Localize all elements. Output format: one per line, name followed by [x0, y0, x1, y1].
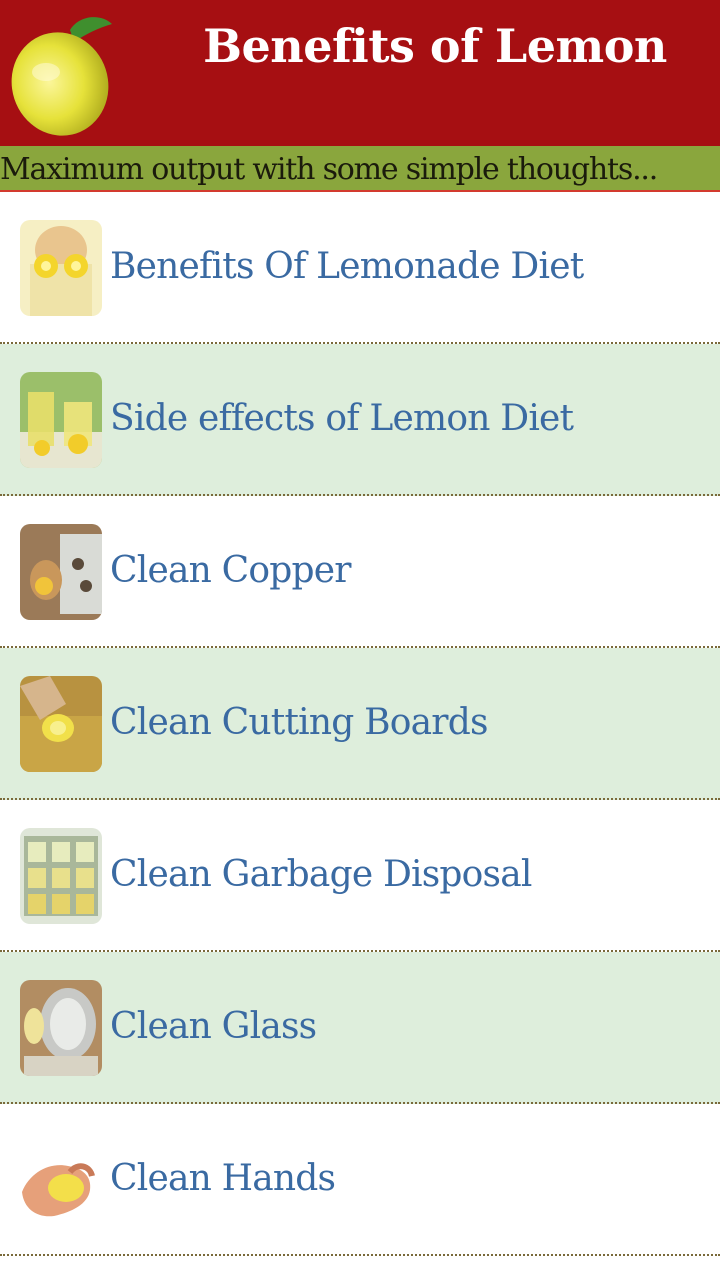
- hands-lemon-thumbnail-icon: [20, 1132, 102, 1228]
- lemonade-glasses-thumbnail-icon: [20, 372, 102, 468]
- list-item-label: Clean Copper: [110, 550, 351, 591]
- list-item[interactable]: Clean Hands: [0, 1104, 720, 1256]
- topic-list: Benefits Of Lemonade Diet Side effects o…: [0, 192, 720, 1256]
- cutting-board-thumbnail-icon: [20, 676, 102, 772]
- list-item-label: Side effects of Lemon Diet: [110, 398, 574, 439]
- app-header: Benefits of Lemon: [0, 0, 720, 146]
- list-item[interactable]: Side effects of Lemon Diet: [0, 344, 720, 496]
- list-item[interactable]: Benefits Of Lemonade Diet: [0, 192, 720, 344]
- list-item-label: Clean Hands: [110, 1158, 336, 1199]
- list-item[interactable]: Clean Garbage Disposal: [0, 800, 720, 952]
- tagline-bar: Maximum output with some simple thoughts…: [0, 146, 720, 192]
- glass-cleaning-thumbnail-icon: [20, 980, 102, 1076]
- list-item[interactable]: Clean Glass: [0, 952, 720, 1104]
- lemon-icon: [11, 17, 112, 136]
- list-item[interactable]: Clean Copper: [0, 496, 720, 648]
- tagline-text: Maximum output with some simple thoughts…: [0, 152, 658, 187]
- lemon-eyes-thumbnail-icon: [20, 220, 102, 316]
- list-item-label: Benefits Of Lemonade Diet: [110, 246, 584, 287]
- copper-cleaning-thumbnail-icon: [20, 524, 102, 620]
- page-title: Benefits of Lemon: [203, 19, 667, 73]
- ice-tray-thumbnail-icon: [20, 828, 102, 924]
- list-item-label: Clean Glass: [110, 1006, 317, 1047]
- list-item-label: Clean Cutting Boards: [110, 702, 488, 743]
- list-item-label: Clean Garbage Disposal: [110, 854, 532, 895]
- list-item[interactable]: Clean Cutting Boards: [0, 648, 720, 800]
